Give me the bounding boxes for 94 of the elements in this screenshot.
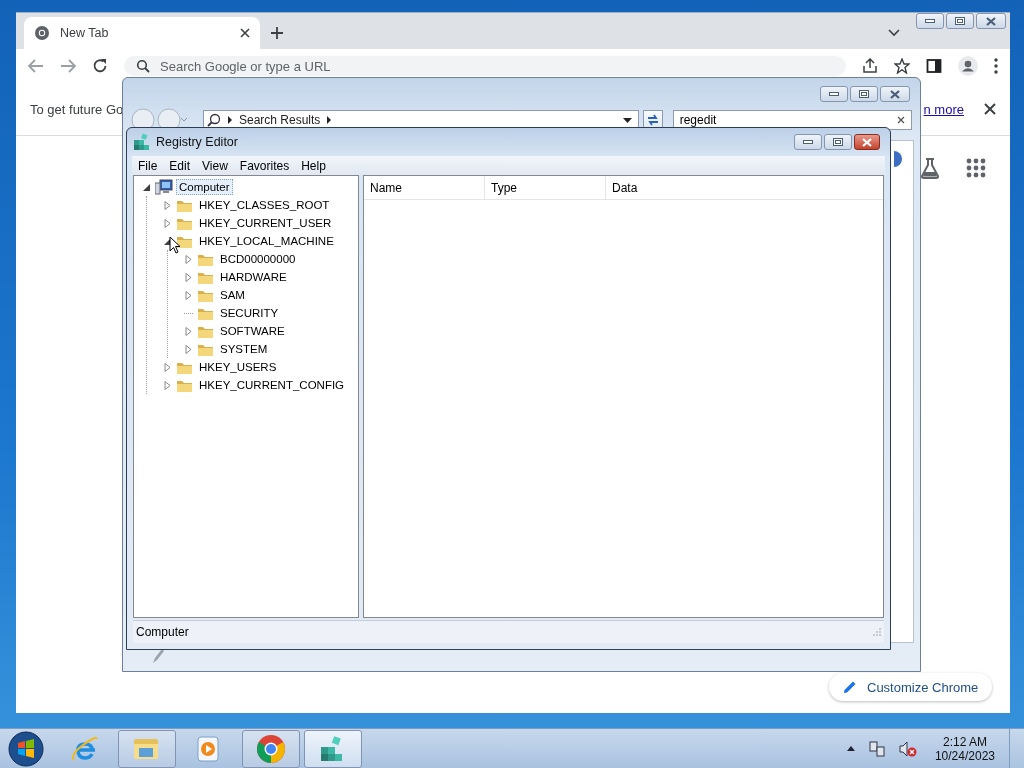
profile-avatar-icon[interactable] (958, 56, 978, 76)
menu-item[interactable]: Edit (163, 158, 197, 173)
tree-item[interactable]: HARDWARE (217, 269, 290, 285)
minimize-button[interactable] (916, 13, 944, 29)
restore-icon (955, 17, 965, 25)
chrome-logo-icon (255, 732, 287, 765)
collapsed-arrow-icon[interactable] (163, 380, 172, 390)
tree-item[interactable]: BCD00000000 (217, 251, 299, 267)
tree-item[interactable]: SAM (217, 287, 248, 303)
pencil-icon (843, 680, 857, 694)
new-tab-icon[interactable] (270, 26, 284, 40)
expanded-arrow-icon[interactable] (142, 182, 151, 192)
menu-icon[interactable] (994, 58, 998, 74)
column-header[interactable]: Data (606, 176, 883, 199)
tree-item[interactable]: HKEY_CURRENT_CONFIG (196, 377, 348, 393)
taskbar-button[interactable] (304, 729, 362, 768)
close-button[interactable] (976, 13, 1006, 29)
collapsed-arrow-icon[interactable] (184, 254, 193, 264)
breadcrumb-item[interactable]: Search Results (239, 113, 321, 127)
minimize-icon (925, 19, 935, 23)
menu-item[interactable]: File (132, 158, 164, 173)
clock[interactable]: 2:12 AM 10/24/2023 (934, 734, 995, 763)
status-text: Computer (136, 625, 189, 639)
maximize-button[interactable] (850, 86, 878, 102)
search-icon (136, 59, 150, 73)
show-hidden-icons-arrow[interactable] (846, 746, 855, 751)
back-arrow-icon[interactable] (28, 59, 44, 73)
apps-grid-icon[interactable] (966, 158, 986, 178)
tree-item[interactable]: HKEY_LOCAL_MACHINE (196, 233, 337, 249)
collapsed-arrow-icon[interactable] (184, 326, 193, 336)
minimize-button[interactable] (820, 86, 848, 102)
close-icon[interactable] (984, 103, 996, 115)
mouse-pointer-icon (169, 236, 181, 254)
restore-icon (833, 138, 843, 146)
close-icon (861, 137, 873, 147)
search-icon (207, 113, 221, 127)
forward-arrow-icon[interactable] (60, 59, 76, 73)
side-panel-icon[interactable] (926, 58, 942, 74)
close-button[interactable] (880, 86, 910, 102)
close-icon[interactable] (240, 28, 250, 38)
dropdown-arrow-icon[interactable] (622, 117, 632, 123)
tree-item[interactable]: SECURITY (217, 305, 282, 321)
tree-item[interactable]: HKEY_USERS (196, 359, 280, 375)
collapsed-arrow-icon[interactable] (184, 272, 193, 282)
menu-item[interactable]: Favorites (233, 158, 296, 173)
customize-chrome-button[interactable]: Customize Chrome (829, 673, 993, 701)
share-icon[interactable] (862, 58, 878, 74)
chevron-icon (227, 116, 233, 124)
collapsed-arrow-icon[interactable] (163, 362, 172, 372)
close-icon (889, 89, 901, 99)
browser-tab[interactable]: New Tab (24, 17, 260, 49)
close-button[interactable] (854, 134, 880, 150)
minimize-icon (829, 92, 839, 96)
restore-icon (859, 90, 869, 98)
star-icon[interactable] (894, 58, 910, 74)
network-icon[interactable] (868, 740, 885, 757)
reload-icon[interactable] (92, 58, 108, 74)
address-bar[interactable]: Search Google or type a URL (124, 56, 846, 76)
collapsed-arrow-icon[interactable] (163, 218, 172, 228)
column-header[interactable]: Type (485, 176, 606, 199)
tree-item[interactable]: HKEY_CURRENT_USER (196, 215, 335, 231)
window-title: Registry Editor (156, 135, 238, 149)
chrome-logo-icon (34, 25, 50, 41)
tree-item[interactable]: SOFTWARE (217, 323, 288, 339)
minimize-button[interactable] (794, 134, 822, 150)
refresh-icon (645, 114, 660, 126)
tab-search-icon[interactable] (888, 29, 900, 37)
registry-cubes-icon (133, 133, 151, 151)
start-button[interactable] (8, 730, 44, 767)
tree-item[interactable]: SYSTEM (217, 341, 271, 357)
refresh-button[interactable] (642, 110, 663, 130)
computer-icon (155, 179, 173, 195)
speaker-muted-icon[interactable] (898, 740, 917, 757)
maximize-button[interactable] (824, 134, 852, 150)
collapsed-arrow-icon[interactable] (184, 290, 193, 300)
clear-icon[interactable] (897, 116, 905, 124)
flask-icon[interactable] (919, 157, 941, 179)
menu-item[interactable]: View (196, 158, 234, 173)
minimize-icon (803, 140, 813, 144)
address-bar[interactable]: Search Results (203, 110, 639, 130)
collapsed-arrow-icon[interactable] (184, 344, 193, 354)
maximize-button[interactable] (946, 13, 974, 29)
taskbar-button[interactable] (242, 729, 300, 768)
menu-item[interactable]: Help (295, 158, 332, 173)
column-header[interactable]: Name (364, 176, 485, 199)
collapsed-arrow-icon[interactable] (163, 200, 172, 210)
resize-grip-icon[interactable] (873, 628, 881, 636)
pencil-icon (151, 648, 165, 664)
learn-more-link[interactable]: n more (923, 101, 964, 117)
chevron-icon (326, 116, 333, 124)
tree-item[interactable]: Computer (176, 179, 233, 195)
tree-item[interactable]: HKEY_CLASSES_ROOT (196, 197, 333, 213)
search-field[interactable]: regedit (672, 110, 912, 130)
close-icon (985, 16, 997, 26)
